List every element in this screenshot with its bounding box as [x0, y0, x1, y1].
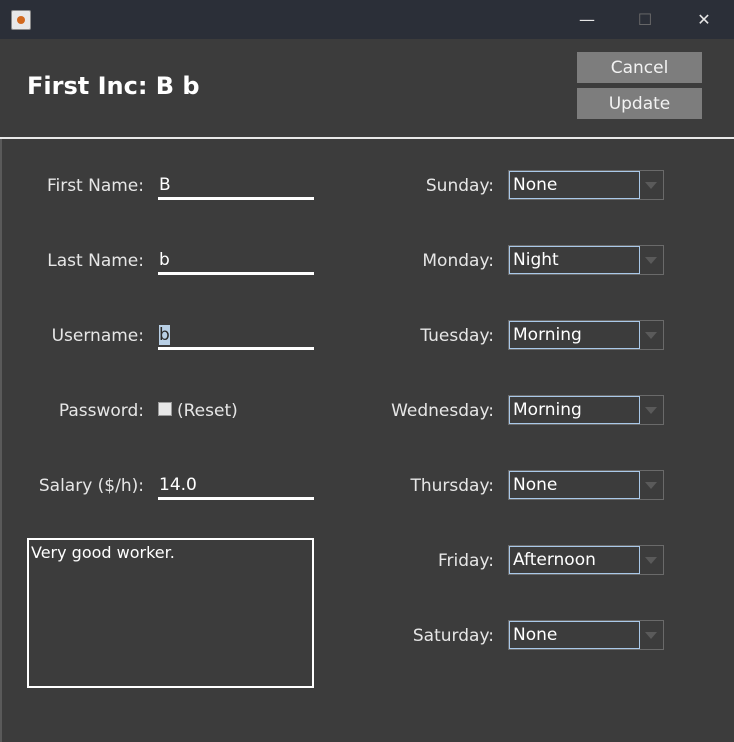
java-app-icon	[11, 10, 31, 30]
friday-shift-select[interactable]: Afternoon	[508, 545, 664, 575]
wednesday-label: Wednesday:	[391, 401, 494, 421]
password-reset-label: (Reset)	[177, 401, 238, 421]
password-reset-checkbox[interactable]	[158, 402, 172, 416]
wednesday-shift-select[interactable]: Morning	[508, 395, 664, 425]
username-label: Username:	[51, 326, 144, 346]
tuesday-label: Tuesday:	[420, 326, 494, 346]
first-name-field[interactable]: B	[158, 174, 314, 200]
header: First Inc: B b Cancel Update	[0, 39, 734, 137]
dropdown-arrow-icon[interactable]	[639, 546, 663, 574]
salary-label: Salary ($/h):	[38, 476, 144, 496]
thursday-shift-value: None	[509, 471, 640, 499]
update-button[interactable]: Update	[577, 88, 702, 119]
dropdown-arrow-icon[interactable]	[639, 621, 663, 649]
saturday-shift-select[interactable]: None	[508, 620, 664, 650]
monday-shift-select[interactable]: Night	[508, 245, 664, 275]
last-name-field[interactable]: b	[158, 249, 314, 275]
friday-shift-value: Afternoon	[509, 546, 640, 574]
minimize-button[interactable]: —	[564, 0, 610, 39]
saturday-shift-value: None	[509, 621, 640, 649]
dropdown-arrow-icon[interactable]	[639, 246, 663, 274]
dropdown-arrow-icon[interactable]	[639, 471, 663, 499]
username-value: b	[159, 325, 170, 345]
monday-shift-value: Night	[509, 246, 640, 274]
left-border	[0, 139, 2, 742]
monday-label: Monday:	[422, 251, 494, 271]
salary-field[interactable]: 14.0	[158, 474, 314, 500]
thursday-shift-select[interactable]: None	[508, 470, 664, 500]
thursday-label: Thursday:	[410, 476, 494, 496]
last-name-label: Last Name:	[47, 251, 144, 271]
sunday-shift-value: None	[509, 171, 640, 199]
password-label: Password:	[58, 401, 144, 421]
dropdown-arrow-icon[interactable]	[639, 396, 663, 424]
dropdown-arrow-icon[interactable]	[639, 321, 663, 349]
username-field[interactable]: b	[158, 324, 314, 350]
sunday-shift-select[interactable]: None	[508, 170, 664, 200]
maximize-button: ☐	[637, 10, 653, 29]
header-divider	[0, 137, 734, 139]
dropdown-arrow-icon[interactable]	[639, 171, 663, 199]
close-button[interactable]: ✕	[681, 0, 727, 39]
page-title: First Inc: B b	[27, 72, 200, 100]
first-name-label: First Name:	[46, 176, 144, 196]
tuesday-shift-select[interactable]: Morning	[508, 320, 664, 350]
friday-label: Friday:	[437, 551, 494, 571]
tuesday-shift-value: Morning	[509, 321, 640, 349]
notes-textarea[interactable]: Very good worker.	[27, 538, 314, 688]
saturday-label: Saturday:	[412, 626, 494, 646]
cancel-button[interactable]: Cancel	[577, 52, 702, 83]
wednesday-shift-value: Morning	[509, 396, 640, 424]
window-titlebar: — ☐ ✕	[0, 0, 734, 39]
sunday-label: Sunday:	[425, 176, 494, 196]
